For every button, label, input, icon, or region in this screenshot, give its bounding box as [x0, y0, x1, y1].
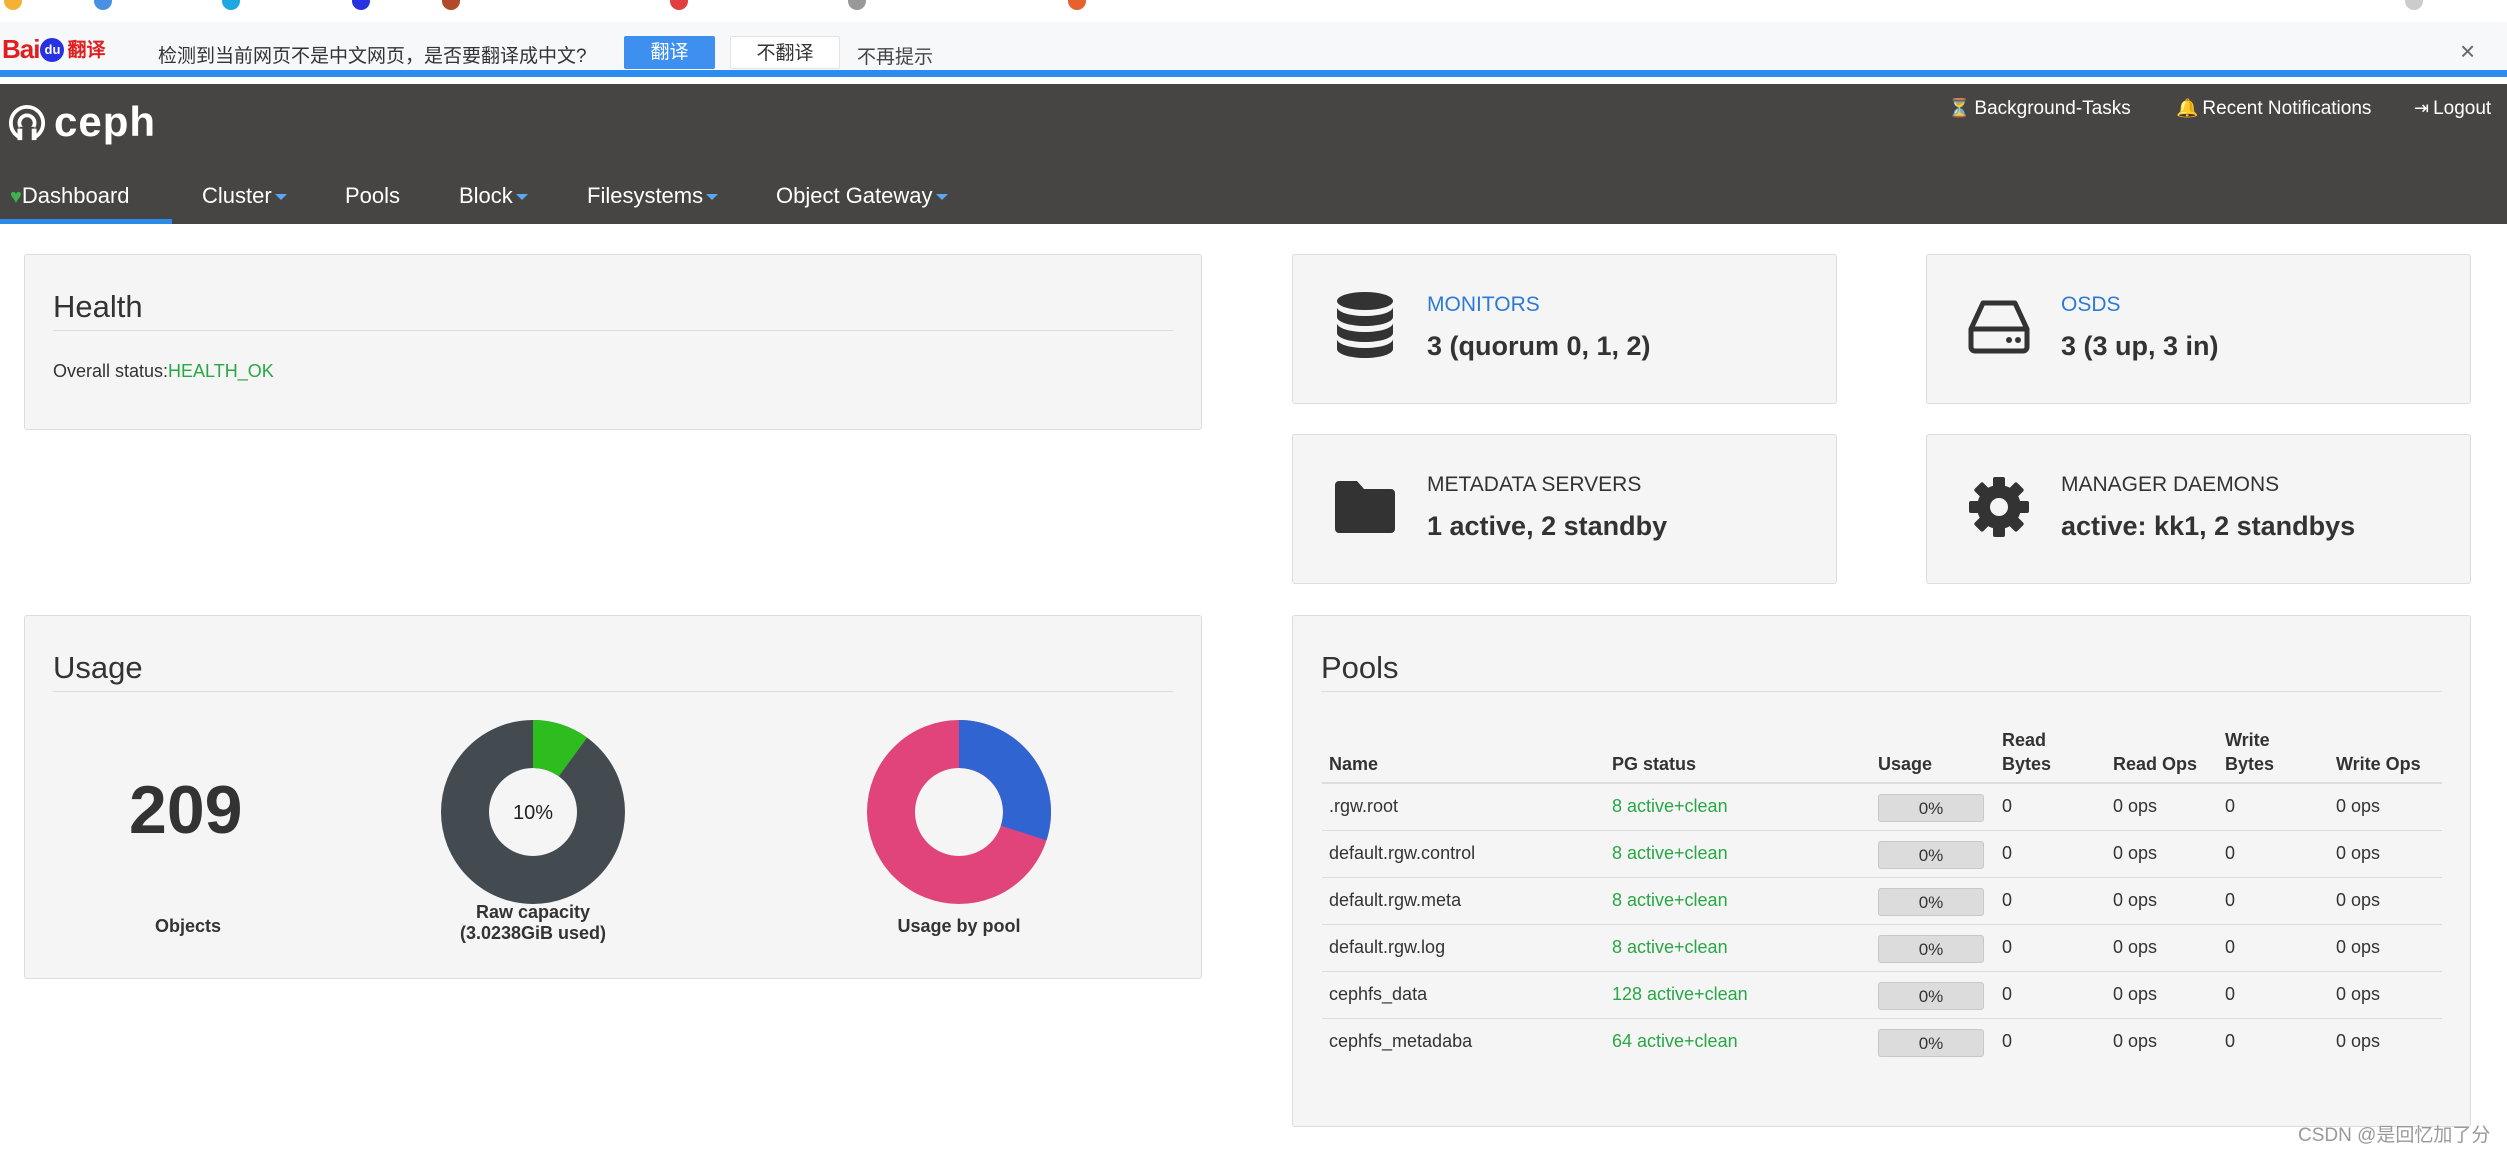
- raw-capacity-label: Raw capacity (3.0238GiB used): [459, 902, 607, 943]
- nav-block[interactable]: Block: [459, 170, 528, 224]
- hard-drive-icon: [1968, 300, 2030, 354]
- usage-bar: 0%: [1878, 888, 1984, 916]
- raw-capacity-used-slice: [531, 720, 588, 777]
- health-status-value: HEALTH_OK: [168, 361, 274, 381]
- usage-by-pool-donut[interactable]: [867, 720, 1051, 904]
- bookmark-item[interactable]: [222, 0, 248, 12]
- bookmark-item[interactable]: [1068, 0, 1094, 12]
- background-tasks-link[interactable]: ⏳ Background-Tasks: [1948, 98, 2131, 120]
- bookmark-item[interactable]: [352, 0, 378, 12]
- nav-pools[interactable]: Pools: [345, 170, 400, 224]
- col-write-ops[interactable]: Write Ops: [2336, 752, 2421, 776]
- raw-capacity-donut[interactable]: 10%: [441, 720, 625, 904]
- translate-button[interactable]: 翻译: [624, 36, 715, 69]
- caret-down-icon: [515, 194, 528, 201]
- bookmark-item[interactable]: [4, 0, 30, 12]
- hourglass-icon: ⏳: [1948, 98, 1971, 118]
- metadata-servers-label: METADATA SERVERS: [1427, 473, 1642, 496]
- table-row: default.rgw.control 8 active+clean 0% 0 …: [1322, 831, 2442, 878]
- usage-bar: 0%: [1878, 982, 1984, 1010]
- usage-panel: Usage 209 Objects 10% Raw capacity (3.02…: [24, 615, 1202, 979]
- bookmark-item[interactable]: [670, 0, 696, 12]
- csdn-watermark: CSDN @是回忆加了分: [2298, 1125, 2491, 1146]
- folder-icon: [1335, 481, 1395, 533]
- translate-bar: Bai du 翻译 检测到当前网页不是中文网页，是否要翻译成中文? 翻译 不翻译 不…: [0, 22, 2507, 77]
- osds-link[interactable]: OSDS: [2061, 293, 2121, 317]
- divider: [53, 691, 1173, 692]
- heartbeat-icon: ♥: [10, 186, 22, 208]
- recent-notifications-link[interactable]: 🔔 Recent Notifications: [2176, 98, 2371, 120]
- pools-panel: Pools Name PG status Usage Read Bytes Re…: [1292, 615, 2471, 1127]
- objects-count: 209: [129, 772, 243, 848]
- nav-object-gateway[interactable]: Object Gateway: [776, 170, 948, 224]
- usage-by-pool-label: Usage by pool: [897, 916, 1021, 936]
- col-pg-status[interactable]: PG status: [1612, 752, 1696, 776]
- manager-daemons-value: active: kk1, 2 standbys: [2061, 511, 2356, 541]
- table-row: cephfs_metadaba 64 active+clean 0% 0 0 o…: [1322, 1019, 2442, 1066]
- ceph-logo-icon: [8, 104, 46, 142]
- col-read-ops[interactable]: Read Ops: [2113, 752, 2197, 776]
- caret-down-icon: [935, 194, 948, 201]
- close-icon[interactable]: ×: [2460, 36, 2475, 67]
- caret-down-icon: [274, 194, 287, 201]
- divider: [1321, 691, 2442, 692]
- metadata-servers-card: METADATA SERVERS 1 active, 2 standby: [1292, 434, 1837, 584]
- sign-out-icon: ⇥: [2414, 98, 2430, 118]
- monitors-card: MONITORS 3 (quorum 0, 1, 2): [1292, 254, 1837, 404]
- no-translate-button[interactable]: 不翻译: [730, 36, 840, 69]
- bookmark-item[interactable]: [442, 0, 468, 12]
- nav-dashboard[interactable]: ♥Dashboard: [0, 170, 172, 224]
- col-usage[interactable]: Usage: [1878, 752, 1932, 776]
- table-row: default.rgw.meta 8 active+clean 0% 0 0 o…: [1322, 878, 2442, 925]
- col-read-bytes[interactable]: Read Bytes: [2002, 728, 2051, 776]
- usage-bar: 0%: [1878, 935, 1984, 963]
- col-write-bytes[interactable]: Write Bytes: [2225, 728, 2274, 776]
- table-row: default.rgw.log 8 active+clean 0% 0 0 op…: [1322, 925, 2442, 972]
- usage-bar: 0%: [1878, 1029, 1984, 1057]
- table-row: cephfs_data 128 active+clean 0% 0 0 ops …: [1322, 972, 2442, 1019]
- nav-filesystems[interactable]: Filesystems: [587, 170, 719, 224]
- osds-card: OSDS 3 (3 up, 3 in): [1926, 254, 2471, 404]
- usage-title: Usage: [53, 650, 143, 685]
- bookmark-item[interactable]: [2405, 0, 2431, 12]
- gear-icon: [1969, 477, 2029, 537]
- logout-link[interactable]: ⇥ Logout: [2414, 98, 2491, 120]
- bookmark-item[interactable]: [94, 0, 120, 12]
- monitors-value: 3 (quorum 0, 1, 2): [1427, 331, 1651, 361]
- overall-status: Overall status:HEALTH_OK: [53, 361, 274, 381]
- osds-value: 3 (3 up, 3 in): [2061, 331, 2219, 361]
- monitors-link[interactable]: MONITORS: [1427, 293, 1540, 317]
- table-row: .rgw.root 8 active+clean 0% 0 0 ops 0 0 …: [1322, 784, 2442, 831]
- pool-slice-blue: [957, 720, 1051, 841]
- translate-message: 检测到当前网页不是中文网页，是否要翻译成中文?: [158, 46, 587, 67]
- nav-cluster[interactable]: Cluster: [202, 170, 287, 224]
- bell-icon: 🔔: [2176, 98, 2199, 118]
- bookmarks-bar: [0, 0, 2507, 22]
- manager-daemons-card: MANAGER DAEMONS active: kk1, 2 standbys: [1926, 434, 2471, 584]
- bookmark-item[interactable]: [848, 0, 874, 12]
- brand-name: ceph: [54, 98, 157, 145]
- health-title: Health: [53, 289, 143, 324]
- never-show-link[interactable]: 不再提示: [857, 42, 933, 69]
- caret-down-icon: [706, 194, 719, 201]
- objects-label: Objects: [155, 916, 222, 936]
- usage-bar: 0%: [1878, 794, 1984, 822]
- app-header: ceph ⏳ Background-Tasks 🔔 Recent Notificat…: [0, 84, 2507, 224]
- col-name[interactable]: Name: [1329, 752, 1378, 776]
- divider: [53, 330, 1173, 331]
- manager-daemons-label: MANAGER DAEMONS: [2061, 473, 2280, 496]
- baidu-translate-logo: Bai du 翻译: [2, 34, 106, 64]
- metadata-servers-value: 1 active, 2 standby: [1427, 511, 1668, 541]
- usage-bar: 0%: [1878, 841, 1984, 869]
- pools-title: Pools: [1321, 650, 1399, 685]
- database-icon: [1337, 292, 1393, 358]
- raw-capacity-percent: 10%: [513, 802, 553, 824]
- health-panel: Health Overall status:HEALTH_OK: [24, 254, 1202, 430]
